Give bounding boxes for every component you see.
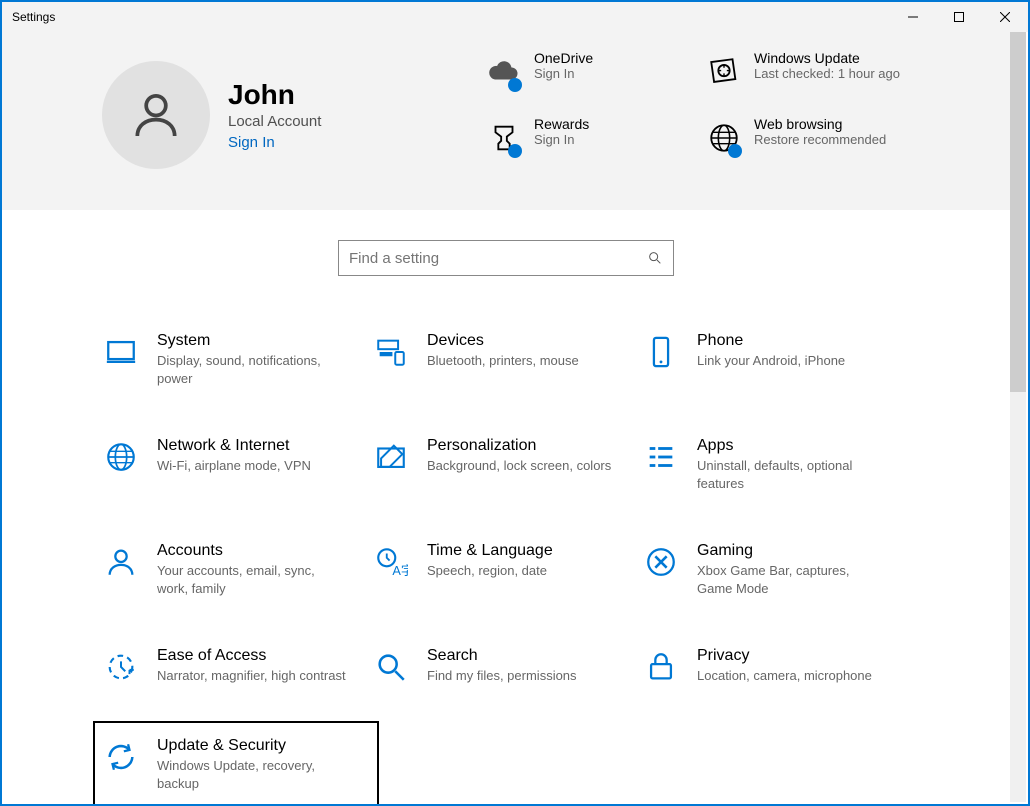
phone-icon (641, 332, 681, 372)
category-accounts[interactable]: Accounts Your accounts, email, sync, wor… (101, 542, 371, 597)
category-title: Personalization (427, 437, 611, 455)
apps-icon (641, 437, 681, 477)
category-subtitle: Location, camera, microphone (697, 667, 872, 685)
header-panel: John Local Account Sign In OneDriveSign … (2, 32, 1010, 210)
status-web-browsing[interactable]: Web browsingRestore recommended (702, 116, 922, 180)
ease-icon (101, 647, 141, 687)
category-title: System (157, 332, 347, 350)
search-icon (371, 647, 411, 687)
search-input[interactable] (349, 250, 647, 267)
window-title: Settings (12, 10, 890, 24)
category-title: Privacy (697, 647, 872, 665)
category-subtitle: Find my files, permissions (427, 667, 577, 685)
category-subtitle: Bluetooth, printers, mouse (427, 352, 579, 370)
category-subtitle: Display, sound, notifications, power (157, 352, 347, 387)
updatesec-icon (101, 737, 141, 777)
person-icon (128, 87, 184, 143)
category-subtitle: Uninstall, defaults, optional features (697, 457, 887, 492)
scrollbar[interactable] (1010, 32, 1026, 802)
category-subtitle: Narrator, magnifier, high contrast (157, 667, 346, 685)
category-subtitle: Wi-Fi, airplane mode, VPN (157, 457, 311, 475)
cloud-icon (482, 50, 526, 94)
category-title: Devices (427, 332, 579, 350)
categories-grid: System Display, sound, notifications, po… (2, 332, 1010, 792)
rewards-icon (482, 116, 526, 160)
category-phone[interactable]: Phone Link your Android, iPhone (641, 332, 911, 387)
sign-in-link[interactable]: Sign In (228, 134, 321, 151)
category-title: Gaming (697, 542, 887, 560)
category-title: Apps (697, 437, 887, 455)
category-title: Network & Internet (157, 437, 311, 455)
category-devices[interactable]: Devices Bluetooth, printers, mouse (371, 332, 641, 387)
minimize-button[interactable] (890, 2, 936, 32)
status-windows-update[interactable]: Windows UpdateLast checked: 1 hour ago (702, 50, 922, 114)
category-title: Update & Security (157, 737, 347, 755)
category-subtitle: Background, lock screen, colors (427, 457, 611, 475)
update-icon (702, 50, 746, 94)
category-time[interactable]: A字 Time & Language Speech, region, date (371, 542, 641, 597)
avatar (102, 61, 210, 169)
category-subtitle: Your accounts, email, sync, work, family (157, 562, 347, 597)
status-onedrive[interactable]: OneDriveSign In (482, 50, 702, 114)
category-system[interactable]: System Display, sound, notifications, po… (101, 332, 371, 387)
search-icon (647, 250, 663, 266)
category-title: Ease of Access (157, 647, 346, 665)
category-apps[interactable]: Apps Uninstall, defaults, optional featu… (641, 437, 911, 492)
user-block[interactable]: John Local Account Sign In (102, 50, 482, 180)
category-personalization[interactable]: Personalization Background, lock screen,… (371, 437, 641, 492)
globe-icon (702, 116, 746, 160)
svg-text:A字: A字 (392, 563, 408, 578)
category-subtitle: Speech, region, date (427, 562, 553, 580)
category-privacy[interactable]: Privacy Location, camera, microphone (641, 647, 911, 687)
category-network[interactable]: Network & Internet Wi-Fi, airplane mode,… (101, 437, 371, 492)
category-subtitle: Link your Android, iPhone (697, 352, 845, 370)
user-name: John (228, 79, 321, 111)
maximize-button[interactable] (936, 2, 982, 32)
accounts-icon (101, 542, 141, 582)
search-box[interactable] (338, 240, 674, 276)
category-title: Phone (697, 332, 845, 350)
category-search[interactable]: Search Find my files, permissions (371, 647, 641, 687)
category-subtitle: Xbox Game Bar, captures, Game Mode (697, 562, 887, 597)
category-gaming[interactable]: Gaming Xbox Game Bar, captures, Game Mod… (641, 542, 911, 597)
category-title: Time & Language (427, 542, 553, 560)
titlebar: Settings (2, 2, 1028, 32)
account-type: Local Account (228, 113, 321, 130)
category-title: Search (427, 647, 577, 665)
devices-icon (371, 332, 411, 372)
privacy-icon (641, 647, 681, 687)
personalization-icon (371, 437, 411, 477)
status-rewards[interactable]: RewardsSign In (482, 116, 702, 180)
category-ease[interactable]: Ease of Access Narrator, magnifier, high… (101, 647, 371, 687)
category-subtitle: Windows Update, recovery, backup (157, 757, 347, 792)
time-icon: A字 (371, 542, 411, 582)
gaming-icon (641, 542, 681, 582)
network-icon (101, 437, 141, 477)
close-button[interactable] (982, 2, 1028, 32)
scrollbar-thumb[interactable] (1010, 32, 1026, 392)
status-grid: OneDriveSign In Windows UpdateLast check… (482, 50, 990, 180)
category-updatesec[interactable]: Update & Security Windows Update, recove… (93, 721, 379, 804)
system-icon (101, 332, 141, 372)
category-title: Accounts (157, 542, 347, 560)
